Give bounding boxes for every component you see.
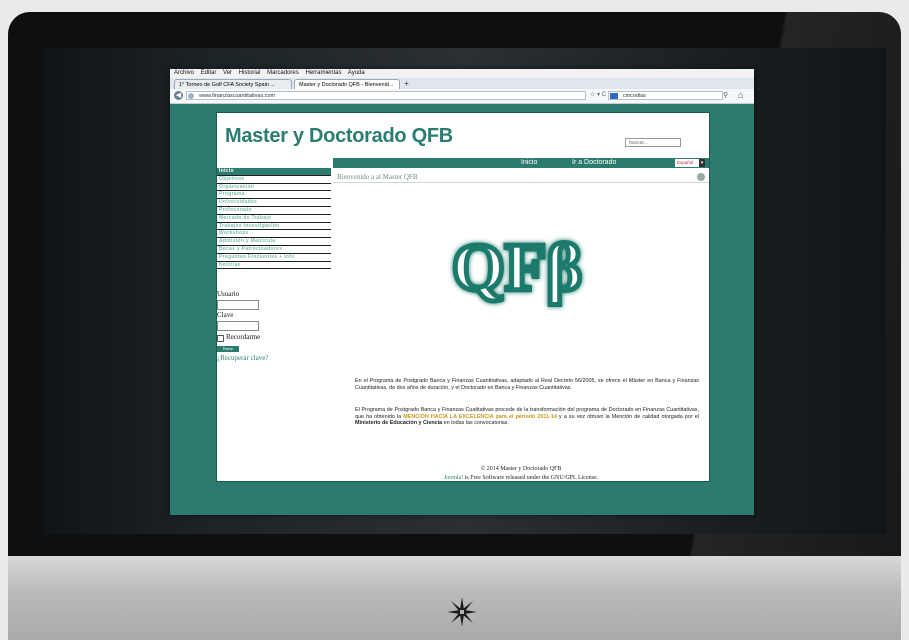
- browser-menubar: Archivo Editar Ver Historial Marcadores …: [170, 69, 754, 78]
- footer-copyright: © 2014 Master y Doctorado QFB: [480, 466, 562, 472]
- excellence-highlight: MENCIÓN HACIA LA EXCELENCIA para el peri…: [403, 413, 557, 420]
- brand-logo-icon: [447, 597, 477, 627]
- ministry-name: Ministerio de Educación y Ciencia: [355, 420, 443, 427]
- sidebar-item-becas[interactable]: Becas y Patrocinadores: [217, 246, 331, 254]
- menu-ver[interactable]: Ver: [223, 70, 232, 76]
- globe-icon: [188, 93, 194, 99]
- tab-bar: 1° Torneo de Golf CFA Society Spain ... …: [170, 78, 754, 89]
- recover-password-link[interactable]: ¿Recuperar clave?: [217, 354, 269, 362]
- back-button[interactable]: ◀: [174, 91, 183, 100]
- sidebar-item-admision[interactable]: Admisión y Matrícula: [217, 238, 331, 246]
- username-label: Usuario: [217, 290, 240, 298]
- sidebar-item-workshops[interactable]: Workshops: [217, 230, 331, 239]
- search-engine-icon[interactable]: [610, 93, 618, 99]
- nav-inicio[interactable]: Inicio: [521, 158, 537, 168]
- tab-golf[interactable]: 1° Torneo de Golf CFA Society Spain ...: [174, 79, 292, 89]
- menu-herramientas[interactable]: Herramientas: [305, 70, 341, 76]
- reload-icon[interactable]: ☆ ▾ C: [590, 91, 606, 100]
- remember-checkbox[interactable]: [217, 335, 224, 342]
- sidebar-item-trabajos-investigacion[interactable]: Trabajos investigación: [217, 223, 331, 231]
- new-tab-button[interactable]: +: [402, 80, 411, 88]
- nav-ir-a-doctorado[interactable]: Ir a Doctorado: [572, 158, 616, 168]
- sidebar-item-inicio[interactable]: Inicio: [217, 168, 331, 176]
- search-icon[interactable]: ⚲: [723, 91, 728, 100]
- username-field[interactable]: [217, 300, 259, 310]
- menu-archivo[interactable]: Archivo: [174, 70, 194, 76]
- sidebar-item-organizacion[interactable]: Organización: [217, 184, 331, 192]
- tab-master-qfb[interactable]: Master y Doctorado QFB - Bienvenid...: [294, 79, 400, 89]
- browser-search-input[interactable]: cincodias: [608, 91, 723, 100]
- language-value: Español: [677, 160, 694, 165]
- sidebar-item-universidades[interactable]: Universidades: [217, 199, 331, 207]
- sidebar-item-noticias[interactable]: Noticias: [217, 262, 331, 270]
- url-bar[interactable]: www.finanzascuantitativas.com: [186, 91, 586, 100]
- site-search-input[interactable]: buscar...: [625, 138, 681, 147]
- sidebar-item-mercado-trabajo[interactable]: Mercado de Trabajo: [217, 215, 331, 223]
- article-title: Bienvenido a al Master QFB: [337, 173, 418, 181]
- menu-marcadores[interactable]: Marcadores: [267, 70, 299, 76]
- content-header: Bienvenido a al Master QFB: [333, 172, 709, 183]
- sidebar-menu: Inicio Objetivos Organización Programa U…: [217, 168, 331, 270]
- chevron-down-icon: ▾: [699, 159, 705, 167]
- footer-license: Joomla! is Free Software released under …: [333, 474, 709, 483]
- joomla-link[interactable]: Joomla!: [444, 475, 463, 481]
- sidebar-item-programa[interactable]: Programa: [217, 191, 331, 200]
- login-button[interactable]: Entrar: [217, 346, 239, 352]
- program-paragraph: El Programa de Postgrado Banca y Finanza…: [355, 407, 699, 427]
- menu-historial[interactable]: Historial: [239, 70, 261, 76]
- sidebar-item-profesorado[interactable]: Profesorado: [217, 207, 331, 215]
- qfb-logo: QFβ: [449, 227, 584, 308]
- print-icon[interactable]: [697, 173, 705, 181]
- program-text-b: y a su vez obtuvo la Mención de calidad …: [556, 413, 699, 420]
- sidebar-item-preguntas[interactable]: Preguntas Frecuentes + Info: [217, 254, 331, 262]
- sidebar-item-objetivos[interactable]: Objetivos: [217, 176, 331, 184]
- language-select[interactable]: Español ▾: [675, 159, 705, 167]
- menu-editar[interactable]: Editar: [201, 70, 217, 76]
- browser-window: Archivo Editar Ver Historial Marcadores …: [170, 69, 754, 515]
- menu-ayuda[interactable]: Ayuda: [348, 70, 365, 76]
- intro-paragraph: En el Programa de Postgrado Banca y Fina…: [355, 378, 699, 391]
- site-title: Master y Doctorado QFB: [225, 125, 453, 147]
- top-navigation: Inicio Ir a Doctorado Español ▾: [333, 158, 709, 168]
- program-text-c: en todas las convocatorias.: [442, 420, 509, 427]
- navigation-bar: ◀ www.finanzascuantitativas.com ☆ ▾ C ci…: [170, 89, 754, 104]
- remember-label: Recordarme: [226, 333, 261, 341]
- password-label: Clave: [217, 311, 234, 319]
- web-page: Master y Doctorado QFB buscar... Inicio …: [170, 104, 754, 515]
- page-footer: © 2014 Master y Doctorado QFB Joomla! is…: [333, 465, 709, 483]
- home-icon[interactable]: ⌂: [738, 90, 743, 101]
- footer-license-text: is Free Software released under the GNU/…: [463, 475, 599, 481]
- password-field[interactable]: [217, 321, 259, 331]
- qfb-logo-text: QFβ: [452, 229, 582, 305]
- page-container: Master y Doctorado QFB buscar... Inicio …: [216, 112, 710, 482]
